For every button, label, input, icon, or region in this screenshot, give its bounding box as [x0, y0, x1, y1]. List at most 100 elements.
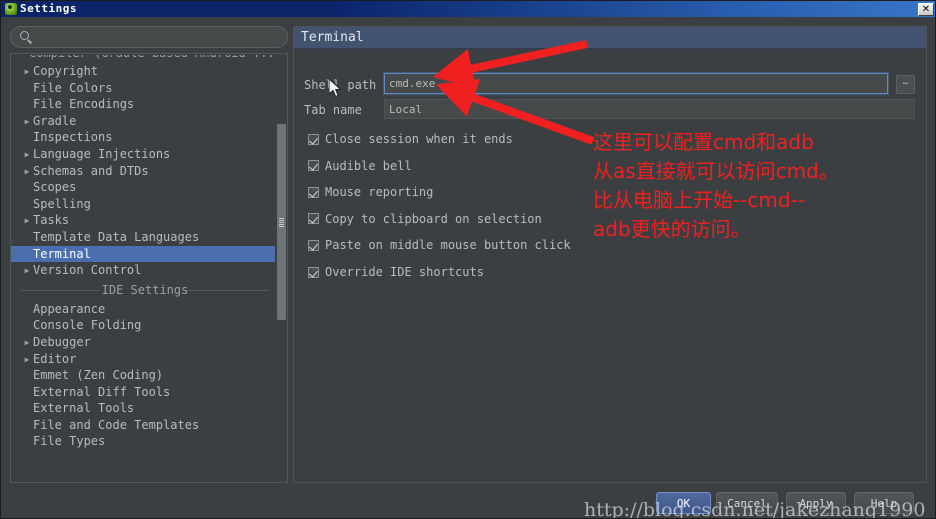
search-box[interactable]	[10, 26, 288, 48]
tree-item-clipped-label: Compiler (Gradle-based Android ...	[29, 55, 275, 60]
search-icon	[20, 31, 29, 40]
checkmark-icon[interactable]	[308, 133, 319, 145]
checkmark-icon[interactable]	[308, 213, 319, 225]
sidebar-item-schemas-and-dtds[interactable]: ▶ Schemas and DTDs	[11, 163, 287, 180]
chevron-right-icon[interactable]: ▶	[21, 213, 33, 230]
tree-section-label: IDE Settings	[101, 282, 189, 297]
sidebar-item-inspections[interactable]: Inspections	[11, 129, 287, 146]
sidebar-item-label: Template Data Languages	[33, 229, 200, 244]
dialog-footer: OK Cancel Apply Help	[1, 484, 935, 518]
chevron-right-icon[interactable]: ▶	[21, 263, 33, 280]
sidebar-item-label: File and Code Templates	[33, 417, 200, 432]
sidebar-item-label: Copyright	[33, 64, 99, 78]
sidebar-item-label: File Types	[33, 434, 106, 449]
sidebar-item-label: File Encodings	[33, 97, 135, 112]
sidebar-item-scopes[interactable]: Scopes	[11, 179, 287, 196]
checkbox-label: Copy to clipboard on selection	[325, 211, 542, 226]
section-divider-right	[185, 289, 269, 291]
sidebar-item-language-injections[interactable]: ▶ Language Injections	[11, 146, 287, 163]
window-title: Settings	[20, 2, 77, 15]
sidebar-item-file-types[interactable]: File Types	[11, 433, 287, 450]
settings-dialog: Settings ✕ Compiler (Gradle-based Androi…	[0, 0, 936, 519]
sidebar-item-label: Spelling	[33, 196, 91, 211]
ok-button[interactable]: OK	[656, 492, 711, 514]
sidebar-item-external-diff-tools[interactable]: External Diff Tools	[11, 384, 287, 401]
browse-button[interactable]: …	[896, 75, 915, 94]
checkbox-label: Close session when it ends	[325, 132, 513, 146]
sidebar-item-label: External Diff Tools	[33, 384, 171, 399]
checkbox-label: Paste on middle mouse button click	[325, 238, 571, 253]
chevron-right-icon[interactable]: ▶	[21, 114, 33, 131]
sidebar-item-label: Terminal	[33, 246, 91, 261]
apply-button[interactable]: Apply	[786, 492, 846, 514]
sidebar-item-template-data-languages[interactable]: Template Data Languages	[11, 229, 287, 246]
sidebar-item-appearance[interactable]: Appearance	[11, 301, 287, 318]
sidebar-item-label: Schemas and DTDs	[33, 163, 149, 178]
settings-tree[interactable]: Compiler (Gradle-based Android ... ▶Copy…	[10, 53, 288, 483]
checkmark-icon[interactable]	[308, 160, 319, 172]
sidebar-item-label: Version Control	[33, 263, 142, 278]
chevron-right-icon[interactable]: ▶	[21, 64, 33, 81]
checkmark-icon[interactable]	[308, 266, 319, 278]
checkbox-label: Mouse reporting	[325, 185, 434, 200]
sidebar-item-label: Tasks	[33, 213, 70, 228]
title-bar: Settings ✕	[1, 1, 935, 17]
shell-path-label: Shell path	[304, 78, 377, 92]
sidebar-item-label: Debugger	[33, 334, 91, 349]
sidebar-item-label: File Colors	[33, 80, 113, 95]
sidebar-item-label: Inspections	[33, 130, 113, 145]
sidebar-scrollbar[interactable]	[277, 124, 286, 320]
scrollbar-grip-icon	[279, 218, 284, 228]
sidebar-item-gradle[interactable]: ▶ Gradle	[11, 113, 287, 130]
shell-path-input[interactable]	[384, 73, 888, 94]
search-input[interactable]	[35, 29, 285, 47]
chevron-right-icon[interactable]: ▶	[21, 335, 33, 352]
close-icon[interactable]: ✕	[918, 2, 934, 16]
help-button[interactable]: Help	[854, 492, 914, 514]
sidebar-item-label: Appearance	[33, 301, 106, 316]
android-studio-icon	[5, 3, 17, 15]
sidebar-item-tasks[interactable]: ▶ Tasks	[11, 212, 287, 229]
checkmark-icon[interactable]	[308, 239, 319, 251]
sidebar-item-debugger[interactable]: ▶ Debugger	[11, 334, 287, 351]
sidebar-item-terminal[interactable]: Terminal	[11, 245, 275, 263]
dialog-body: Compiler (Gradle-based Android ... ▶Copy…	[1, 17, 935, 518]
sidebar-item-label: External Tools	[33, 401, 135, 416]
checkbox-mouse-reporting[interactable]: Mouse reporting	[308, 183, 433, 201]
sidebar-item-version-control[interactable]: ▶ Version Control	[11, 262, 287, 279]
sidebar-item-file-colors[interactable]: File Colors	[11, 80, 287, 97]
sidebar-item-label: Language Injections	[33, 146, 171, 161]
checkbox-copy-to-clipboard-on-selection[interactable]: Copy to clipboard on selection	[308, 210, 542, 228]
chevron-right-icon[interactable]: ▶	[21, 147, 33, 164]
sidebar-item-label: Scopes	[33, 180, 77, 195]
checkbox-close-session-when-it-ends[interactable]: Close session when it ends	[308, 130, 513, 148]
checkbox-label: Audible bell	[325, 158, 412, 173]
checkbox-audible-bell[interactable]: Audible bell	[308, 157, 412, 175]
tab-name-input[interactable]	[384, 99, 915, 119]
sidebar-item-file-and-code-templates[interactable]: File and Code Templates	[11, 417, 287, 434]
section-divider-left	[21, 289, 99, 291]
checkbox-label: Override IDE shortcuts	[325, 265, 484, 279]
sidebar-item-console-folding[interactable]: Console Folding	[11, 317, 287, 334]
tab-name-label: Tab name	[304, 103, 362, 117]
checkmark-icon[interactable]	[308, 186, 319, 198]
sidebar-item-label: Emmet (Zen Coding)	[33, 368, 164, 383]
cancel-button[interactable]: Cancel	[716, 492, 778, 514]
checkbox-override-ide-shortcuts[interactable]: Override IDE shortcuts	[308, 263, 484, 281]
sidebar-item-external-tools[interactable]: External Tools	[11, 400, 287, 417]
sidebar-item-editor[interactable]: ▶ Editor	[11, 351, 287, 368]
tree-item-clipped[interactable]: Compiler (Gradle-based Android ...	[19, 55, 287, 63]
sidebar-item-label: Editor	[33, 351, 77, 366]
chevron-right-icon[interactable]: ▶	[21, 164, 33, 181]
sidebar-item-label: Gradle	[33, 113, 77, 128]
checkbox-paste-on-middle-mouse-button-click[interactable]: Paste on middle mouse button click	[308, 236, 571, 254]
sidebar-item-file-encodings[interactable]: File Encodings	[11, 96, 287, 113]
sidebar-item-spelling[interactable]: Spelling	[11, 196, 287, 213]
chevron-right-icon[interactable]: ▶	[21, 352, 33, 369]
panel-title: Terminal	[294, 27, 926, 49]
sidebar-item-emmet-zen-coding[interactable]: Emmet (Zen Coding)	[11, 367, 287, 384]
sidebar-item-copyright[interactable]: ▶ Copyright	[11, 63, 287, 80]
settings-sidebar: Compiler (Gradle-based Android ... ▶Copy…	[10, 26, 288, 483]
sidebar-item-label: Console Folding	[33, 318, 142, 333]
terminal-settings-panel: Terminal	[293, 26, 927, 483]
